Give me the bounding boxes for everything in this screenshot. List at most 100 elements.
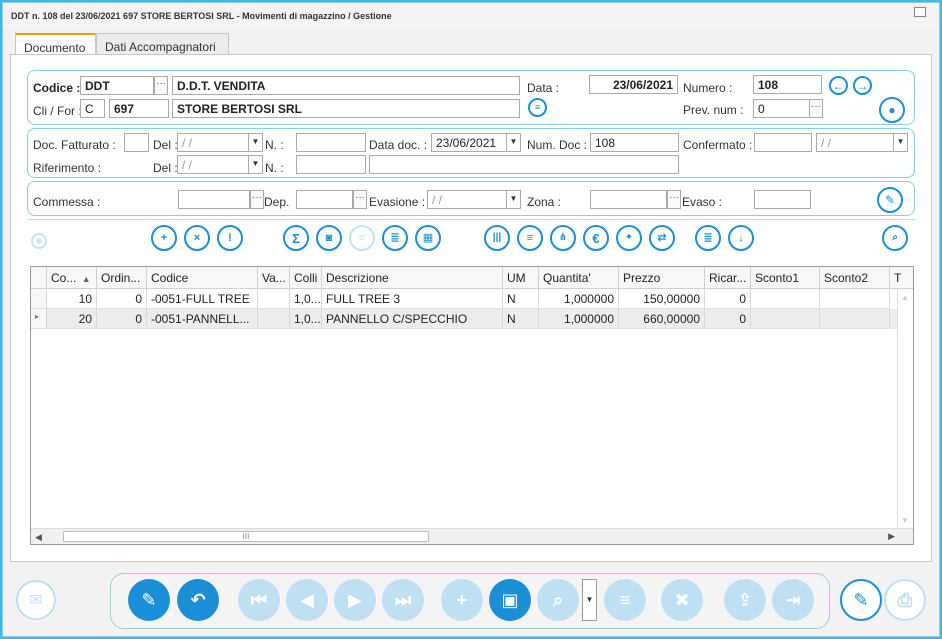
evaso-field[interactable] bbox=[754, 190, 811, 209]
user-icon[interactable]: ● bbox=[879, 97, 905, 123]
grid-icon[interactable]: ▦ bbox=[415, 225, 441, 251]
scroll-thumb[interactable]: III bbox=[63, 531, 429, 542]
cell-um[interactable]: N bbox=[503, 289, 539, 309]
new-document-icon[interactable]: + bbox=[441, 579, 483, 621]
cell-sconto2[interactable] bbox=[820, 309, 890, 329]
download-icon[interactable]: ↓ bbox=[728, 225, 754, 251]
exit-icon[interactable]: ⇥ bbox=[772, 579, 814, 621]
export-icon[interactable]: ⇪ bbox=[724, 579, 766, 621]
commessa-lookup-button[interactable]: ··· bbox=[250, 190, 264, 209]
delete-icon[interactable]: ✖ bbox=[661, 579, 703, 621]
table-row[interactable]: ▸ 20 0 -0051-PANNELL... 1,0... PANNELLO … bbox=[31, 309, 899, 329]
collapse-icon[interactable]: ◉ bbox=[31, 233, 47, 249]
cell-ricarico[interactable]: 0 bbox=[705, 309, 751, 329]
cell-co[interactable]: 10 bbox=[47, 289, 97, 309]
col-ordine[interactable]: Ordin... bbox=[97, 267, 147, 289]
numero-field[interactable]: 108 bbox=[753, 75, 822, 94]
sum-icon[interactable]: Σ bbox=[283, 225, 309, 251]
stack-icon[interactable]: ≣ bbox=[382, 225, 408, 251]
cell-ordine[interactable]: 0 bbox=[97, 289, 147, 309]
col-codice[interactable]: Codice bbox=[147, 267, 258, 289]
edit-document-icon[interactable]: ✎ bbox=[128, 579, 170, 621]
list-view-icon[interactable]: ≡ bbox=[604, 579, 646, 621]
list-icon[interactable]: ≡ bbox=[517, 225, 543, 251]
cell-prezzo[interactable]: 150,00000 bbox=[619, 289, 705, 309]
prevnum-field[interactable]: 0 bbox=[753, 99, 810, 118]
dep-lookup-button[interactable]: ··· bbox=[353, 190, 367, 209]
commessa-field[interactable] bbox=[178, 190, 250, 209]
col-um[interactable]: UM bbox=[503, 267, 539, 289]
cell-codice[interactable]: -0051-PANNELL... bbox=[147, 309, 258, 329]
col-t[interactable]: T bbox=[890, 267, 913, 289]
scroll-left-icon[interactable]: ◀ bbox=[31, 528, 49, 544]
hierarchy-icon[interactable]: ⋔ bbox=[550, 225, 576, 251]
col-quantita[interactable]: Quantita' bbox=[539, 267, 619, 289]
search-dropdown-button[interactable]: ▼ bbox=[582, 579, 597, 621]
cell-um[interactable]: N bbox=[503, 309, 539, 329]
customer-card-icon[interactable]: ≡ bbox=[528, 98, 547, 117]
cell-colli[interactable]: 1,0... bbox=[290, 289, 322, 309]
table-row[interactable]: 10 0 -0051-FULL TREE 1,0... FULL TREE 3 … bbox=[31, 289, 899, 309]
col-colli[interactable]: Colli bbox=[290, 267, 322, 289]
confermato-dropdown[interactable]: ▼ bbox=[893, 133, 907, 152]
riferimento-note-field[interactable] bbox=[369, 155, 679, 174]
codice-field[interactable]: DDT bbox=[80, 76, 154, 95]
scroll-right-icon[interactable]: ▶ bbox=[888, 531, 895, 542]
col-sconto1[interactable]: Sconto1 bbox=[751, 267, 820, 289]
col-sconto2[interactable]: Sconto2 bbox=[820, 267, 890, 289]
lightbulb-icon[interactable]: ! bbox=[217, 225, 243, 251]
cell-codice[interactable]: -0051-FULL TREE bbox=[147, 289, 258, 309]
codice-lookup-button[interactable]: ··· bbox=[154, 76, 168, 95]
first-record-icon[interactable]: ⏮ bbox=[238, 579, 280, 621]
zona-lookup-button[interactable]: ··· bbox=[667, 190, 681, 209]
search-icon[interactable]: ⌕ bbox=[537, 579, 579, 621]
data-field[interactable]: 23/06/2021 bbox=[589, 75, 678, 94]
cell-va[interactable] bbox=[258, 309, 290, 329]
transfer-icon[interactable]: ⇄ bbox=[649, 225, 675, 251]
evasione-dropdown[interactable]: ▼ bbox=[506, 190, 520, 209]
col-descrizione[interactable]: Descrizione bbox=[322, 267, 503, 289]
previous-record-icon[interactable]: ◀ bbox=[286, 579, 328, 621]
brush-icon[interactable]: ✎ bbox=[877, 187, 903, 213]
col-prezzo[interactable]: Prezzo bbox=[619, 267, 705, 289]
camera-icon[interactable]: ◙ bbox=[316, 225, 342, 251]
n-field[interactable] bbox=[296, 133, 366, 152]
compose-icon[interactable]: ✎ bbox=[840, 579, 882, 621]
next-document-icon[interactable]: → bbox=[853, 76, 872, 95]
cell-sconto1[interactable] bbox=[751, 309, 820, 329]
horizontal-scrollbar[interactable]: III ▶ bbox=[49, 528, 913, 544]
num-doc-field[interactable]: 108 bbox=[590, 133, 679, 152]
euro-icon[interactable]: € bbox=[583, 225, 609, 251]
n2-field[interactable] bbox=[296, 155, 366, 174]
last-record-icon[interactable]: ⏭ bbox=[382, 579, 424, 621]
cell-sconto1[interactable] bbox=[751, 289, 820, 309]
layers-icon[interactable]: ≣ bbox=[695, 225, 721, 251]
undo-icon[interactable]: ↶ bbox=[177, 579, 219, 621]
dep-field[interactable] bbox=[296, 190, 353, 209]
cell-colli[interactable]: 1,0... bbox=[290, 309, 322, 329]
vertical-scrollbar[interactable]: ▲ ▼ bbox=[897, 289, 913, 529]
cell-quantita[interactable]: 1,000000 bbox=[539, 289, 619, 309]
delete-row-icon[interactable]: × bbox=[184, 225, 210, 251]
list-disabled-icon[interactable]: ≡ bbox=[349, 225, 375, 251]
scroll-up-icon[interactable]: ▲ bbox=[901, 293, 909, 302]
clifor-type-field[interactable]: C bbox=[80, 99, 105, 118]
add-row-icon[interactable]: + bbox=[151, 225, 177, 251]
maximize-button[interactable] bbox=[914, 7, 926, 17]
cell-va[interactable] bbox=[258, 289, 290, 309]
save-icon[interactable]: ▣ bbox=[489, 579, 531, 621]
cell-co[interactable]: 20 bbox=[47, 309, 97, 329]
fatturato-field[interactable] bbox=[124, 133, 149, 152]
email-icon[interactable]: ✉ bbox=[16, 580, 56, 620]
cell-ricarico[interactable]: 0 bbox=[705, 289, 751, 309]
col-ricarico[interactable]: Ricar... bbox=[705, 267, 751, 289]
prevnum-lookup-button[interactable]: ··· bbox=[809, 99, 823, 118]
cell-quantita[interactable]: 1,000000 bbox=[539, 309, 619, 329]
cell-descrizione[interactable]: PANNELLO C/SPECCHIO bbox=[322, 309, 503, 329]
previous-document-icon[interactable]: ← bbox=[829, 76, 848, 95]
cell-ordine[interactable]: 0 bbox=[97, 309, 147, 329]
del-date-dropdown[interactable]: ▼ bbox=[248, 133, 262, 152]
confermato-field[interactable] bbox=[754, 133, 812, 152]
next-record-icon[interactable]: ▶ bbox=[334, 579, 376, 621]
cell-sconto2[interactable] bbox=[820, 289, 890, 309]
